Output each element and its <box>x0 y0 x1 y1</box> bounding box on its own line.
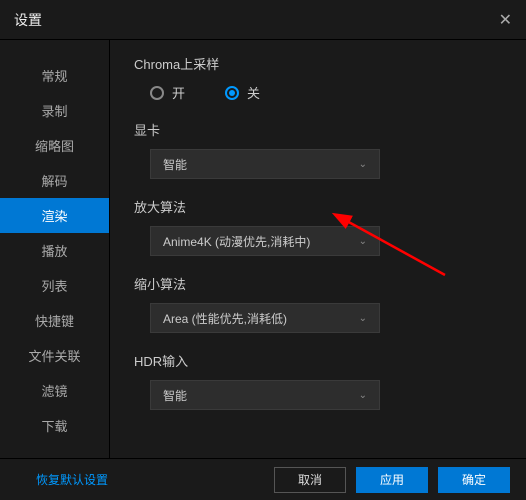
window-title: 设置 <box>14 10 42 30</box>
upscale-label: 放大算法 <box>134 197 502 216</box>
hdr-value: 智能 <box>163 387 187 404</box>
content: 常规 录制 缩略图 解码 渲染 播放 列表 快捷键 文件关联 滤镜 下载 Chr… <box>0 40 526 458</box>
sidebar-item-playback[interactable]: 播放 <box>0 233 109 268</box>
hdr-select[interactable]: 智能 ⌄ <box>150 380 380 410</box>
close-icon[interactable]: ✕ <box>499 10 512 30</box>
gpu-value: 智能 <box>163 156 187 173</box>
sidebar-item-list[interactable]: 列表 <box>0 268 109 303</box>
cancel-button[interactable]: 取消 <box>274 467 346 493</box>
ok-button[interactable]: 确定 <box>438 467 510 493</box>
chevron-down-icon: ⌄ <box>359 236 367 247</box>
main-panel: Chroma上采样 开 关 显卡 智能 ⌄ 放大算法 An <box>110 40 526 458</box>
apply-button[interactable]: 应用 <box>356 467 428 493</box>
gpu-select[interactable]: 智能 ⌄ <box>150 149 380 179</box>
section-upscale: 放大算法 Anime4K (动漫优先,消耗中) ⌄ <box>134 197 502 256</box>
radio-circle-icon <box>225 86 239 100</box>
downscale-label: 缩小算法 <box>134 274 502 293</box>
sidebar-item-thumbnail[interactable]: 缩略图 <box>0 128 109 163</box>
section-hdr: HDR输入 智能 ⌄ <box>134 351 502 410</box>
chroma-label: Chroma上采样 <box>134 54 502 73</box>
chevron-down-icon: ⌄ <box>359 313 367 324</box>
upscale-select[interactable]: Anime4K (动漫优先,消耗中) ⌄ <box>150 226 380 256</box>
radio-circle-icon <box>150 86 164 100</box>
sidebar-item-download[interactable]: 下载 <box>0 408 109 443</box>
chevron-down-icon: ⌄ <box>359 390 367 401</box>
sidebar-item-general[interactable]: 常规 <box>0 58 109 93</box>
downscale-value: Area (性能优先,消耗低) <box>163 310 287 327</box>
sidebar-item-decode[interactable]: 解码 <box>0 163 109 198</box>
section-gpu: 显卡 智能 ⌄ <box>134 120 502 179</box>
section-chroma: Chroma上采样 开 关 <box>134 54 502 102</box>
footer: 恢复默认设置 取消 应用 确定 <box>0 458 526 500</box>
titlebar: 设置 ✕ <box>0 0 526 40</box>
radio-off[interactable]: 关 <box>225 83 260 102</box>
sidebar-item-filter[interactable]: 滤镜 <box>0 373 109 408</box>
radio-on[interactable]: 开 <box>150 83 185 102</box>
section-downscale: 缩小算法 Area (性能优先,消耗低) ⌄ <box>134 274 502 333</box>
chroma-radio-group: 开 关 <box>134 83 502 102</box>
sidebar-item-shortcut[interactable]: 快捷键 <box>0 303 109 338</box>
sidebar: 常规 录制 缩略图 解码 渲染 播放 列表 快捷键 文件关联 滤镜 下载 <box>0 40 110 458</box>
sidebar-item-file-assoc[interactable]: 文件关联 <box>0 338 109 373</box>
chevron-down-icon: ⌄ <box>359 159 367 170</box>
downscale-select[interactable]: Area (性能优先,消耗低) ⌄ <box>150 303 380 333</box>
reset-link[interactable]: 恢复默认设置 <box>36 471 108 488</box>
hdr-label: HDR输入 <box>134 351 502 370</box>
gpu-label: 显卡 <box>134 120 502 139</box>
sidebar-item-render[interactable]: 渲染 <box>0 198 109 233</box>
upscale-value: Anime4K (动漫优先,消耗中) <box>163 233 310 250</box>
sidebar-item-record[interactable]: 录制 <box>0 93 109 128</box>
